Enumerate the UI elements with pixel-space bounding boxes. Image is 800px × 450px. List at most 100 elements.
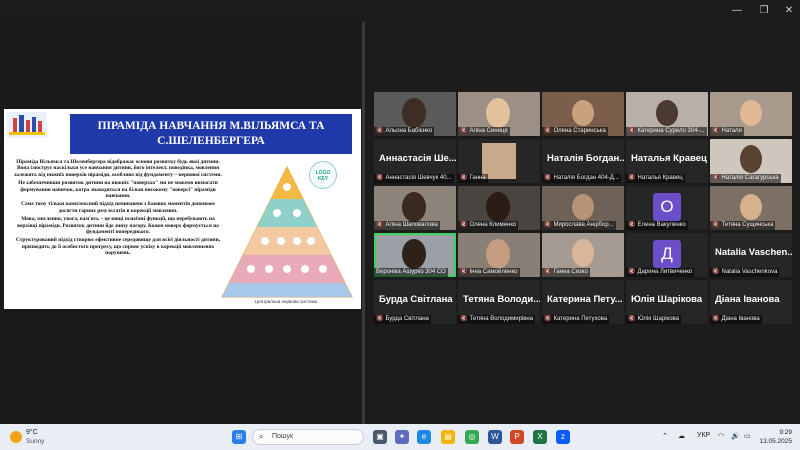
pyramid-caption: Центральна нервова система	[254, 299, 318, 304]
close-icon[interactable]: ✕	[782, 4, 796, 18]
participant-name: 🔇 Аліна Шаповалова	[374, 221, 440, 230]
start-icon[interactable]: ⊞	[232, 430, 246, 444]
participant-name: 🔇 Ганна Сизко	[542, 268, 590, 277]
muted-mic-icon: 🔇	[544, 269, 552, 275]
powerpoint-icon[interactable]: P	[510, 430, 524, 444]
onedrive-icon[interactable]: ☁	[678, 432, 685, 440]
participant-display-name: Аннастасія Ше...	[379, 153, 456, 164]
edge-icon[interactable]: e	[417, 430, 431, 444]
participant-name: 🔇 Аннастасія Шевчук 40...	[374, 174, 454, 183]
participant-display-name: Діана Іванова	[715, 294, 780, 305]
participant-name: 🔇 Мирослава Анцібор...	[542, 221, 616, 230]
participant-name: 🔇 Юлія Шарікова	[626, 315, 682, 324]
participant-tile[interactable]: 🔇 Ганна	[458, 139, 540, 183]
slide-title: ПІРАМІДА НАВЧАННЯ М.ВІЛЬЯМСА ТА С.ШЕЛЕНБ…	[70, 114, 352, 154]
participant-tile[interactable]: 🔇 Наталія Сагагурська	[710, 139, 792, 183]
participant-tile[interactable]: 🔇 Тетяна Сущинська	[710, 186, 792, 230]
tray-chevron-icon[interactable]: ⌃	[662, 432, 668, 440]
participant-tile[interactable]: Наталья Кравец 🔇 Наталья Кравец	[626, 139, 708, 183]
participant-name: 🔇 Наталія Сагагурська	[710, 174, 781, 183]
participant-avatar: Д	[653, 240, 681, 268]
muted-mic-icon: 🔇	[544, 128, 552, 134]
participant-avatar: O	[653, 193, 681, 221]
clock-time: 9:29	[779, 429, 792, 436]
participant-name: 🔇 Natalia Vaschenkova	[710, 268, 780, 277]
chrome-icon[interactable]: ◎	[465, 430, 479, 444]
participant-name: 🔇 Бурда Світлана	[374, 315, 431, 324]
muted-mic-icon: 🔇	[460, 316, 468, 322]
participant-tile[interactable]: 🔇 Альона Бабієнко	[374, 92, 456, 136]
participant-tile[interactable]: Аннастасія Ше... 🔇 Аннастасія Шевчук 40..…	[374, 139, 456, 183]
system-clock[interactable]: 9:29 13.05.2025	[759, 428, 792, 446]
slide-paragraph: Саме тому тільки комплексний підхід почи…	[21, 201, 215, 214]
muted-mic-icon: 🔇	[712, 269, 720, 275]
language-indicator[interactable]: УКР	[697, 432, 710, 439]
wifi-icon[interactable]: ◠	[718, 432, 724, 440]
excel-icon[interactable]: X	[533, 430, 547, 444]
muted-mic-icon: 🔇	[544, 316, 552, 322]
presentation-slide: ПІРАМІДА НАВЧАННЯ М.ВІЛЬЯМСА ТА С.ШЕЛЕНБ…	[4, 109, 361, 309]
participant-tile[interactable]: O 🔇 Елена Вакуленко	[626, 186, 708, 230]
participant-tile[interactable]: Катерина Пету... 🔇 Катерина Петухова	[542, 280, 624, 324]
title-bar: — ❐ ✕	[0, 0, 800, 22]
participant-display-name: Юлія Шарікова	[631, 294, 703, 305]
logokey-logo: LOGO KEY	[309, 161, 337, 189]
participant-display-name: Тетяна Володи...	[463, 294, 540, 305]
participant-tile[interactable]: 🔇 Олена Старинська	[542, 92, 624, 136]
participant-display-name: Наталья Кравец	[631, 153, 707, 164]
zoom-icon[interactable]: z	[556, 430, 570, 444]
clock-date: 13.05.2025	[759, 438, 792, 445]
participant-name: 🔇 Олена Старинська	[542, 127, 608, 136]
minimize-icon[interactable]: —	[730, 4, 744, 18]
participant-tile[interactable]: Юлія Шарікова 🔇 Юлія Шарікова	[626, 280, 708, 324]
participant-tile[interactable]: 🔇 Аліна Шаповалова	[374, 186, 456, 230]
search-box[interactable]: ⌕ Пошук	[252, 429, 364, 445]
muted-mic-icon: 🔇	[376, 128, 384, 134]
slide-paragraph: Піраміда Вільямса та Шеленбергера відобр…	[14, 159, 222, 178]
participant-display-name: Бурда Світлана	[379, 294, 453, 305]
muted-mic-icon: 🔇	[712, 175, 720, 181]
search-icon: ⌕	[259, 432, 264, 441]
participant-name: Вероніка Ашурко 304 СО	[374, 268, 448, 277]
participant-tile[interactable]: 🔇 Наталя	[710, 92, 792, 136]
participant-tile[interactable]: 🔇 Мирослава Анцібор...	[542, 186, 624, 230]
muted-mic-icon: 🔇	[376, 222, 384, 228]
slide-paragraph: Мова, мислення, увага, пам'ять – це вищі…	[17, 216, 219, 236]
muted-mic-icon: 🔇	[376, 316, 384, 322]
participant-name: 🔇 Інна Самойленко	[458, 268, 520, 277]
battery-icon[interactable]: ▭	[744, 432, 751, 440]
participant-tile[interactable]: Бурда Світлана 🔇 Бурда Світлана	[374, 280, 456, 324]
muted-mic-icon: 🔇	[544, 175, 552, 181]
participant-tile[interactable]: 🔇 Ганна Сизко	[542, 233, 624, 277]
participant-tile[interactable]: 🔇 Аліна Синиця	[458, 92, 540, 136]
participant-tile[interactable]: 🔇 Інна Самойленко	[458, 233, 540, 277]
participant-name: 🔇 Діана Іванова	[710, 315, 762, 324]
participant-tile[interactable]: Natalia Vaschen... 🔇 Natalia Vaschenkova	[710, 233, 792, 277]
muted-mic-icon: 🔇	[628, 128, 636, 134]
muted-mic-icon: 🔇	[460, 222, 468, 228]
slide-paragraph: Структурований підхід створює ефективне …	[15, 237, 221, 257]
participant-tile[interactable]: 🔇 Катерина Сурело 304-...	[626, 92, 708, 136]
participant-gallery: 🔇 Альона Бабієнко 🔇 Аліна Синиця 🔇 Олена Ст…	[374, 92, 792, 328]
sun-icon	[10, 431, 22, 443]
university-logo-icon	[7, 112, 47, 138]
participant-tile[interactable]: Тетяна Володи... 🔇 Тетяна Володимирівна	[458, 280, 540, 324]
file-explorer-icon[interactable]: ▤	[441, 430, 455, 444]
copilot-icon[interactable]: ✦	[395, 430, 409, 444]
restore-icon[interactable]: ❐	[757, 4, 771, 18]
participant-name: 🔇 Катерина Петухова	[542, 315, 610, 324]
shared-screen-area: ПІРАМІДА НАВЧАННЯ М.ВІЛЬЯМСА ТА С.ШЕЛЕНБ…	[0, 22, 362, 424]
muted-mic-icon: 🔇	[628, 175, 636, 181]
participant-tile[interactable]: Діана Іванова 🔇 Діана Іванова	[710, 280, 792, 324]
participant-name: 🔇 Дарина Литвиченко	[626, 268, 695, 277]
task-view-icon[interactable]: ▣	[373, 430, 387, 444]
participant-tile[interactable]: Д 🔇 Дарина Литвиченко	[626, 233, 708, 277]
word-icon[interactable]: W	[488, 430, 502, 444]
split-divider[interactable]	[362, 22, 365, 424]
participant-tile-active-speaker[interactable]: Вероніка Ашурко 304 СО	[374, 233, 456, 277]
participant-tile[interactable]: Наталія Богдан... 🔇 Наталія Богдан 404-Д.…	[542, 139, 624, 183]
muted-mic-icon: 🔇	[544, 222, 552, 228]
participant-tile[interactable]: 🔇 Олена Клименко	[458, 186, 540, 230]
volume-icon[interactable]: 🔊	[731, 432, 740, 440]
slide-body-text: Піраміда Вільямса та Шеленбергера відобр…	[12, 159, 224, 259]
